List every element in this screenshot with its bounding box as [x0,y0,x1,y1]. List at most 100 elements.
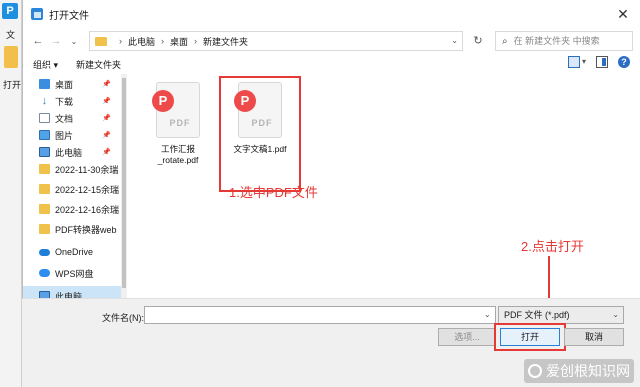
dialog-app-icon [31,8,43,20]
sidebar-item[interactable]: 此电脑 [23,286,121,298]
file-item-text-document[interactable]: P PDF 文字文稿1.pdf [219,76,301,192]
forward-button[interactable]: → [47,35,65,47]
breadcrumb-item-new-folder[interactable]: 新建文件夹 [203,35,248,48]
organize-menu[interactable]: 组织 ▾ [33,58,58,71]
pin-icon: 📌 [102,149,111,156]
new-folder-button[interactable]: 新建文件夹 [76,58,121,71]
breadcrumb-separator: › [194,36,198,46]
watermark: 爱创根知识网 [524,359,634,383]
pdf-badge-icon: P [152,90,174,112]
annotation-step2: 2.点击打开 [521,239,584,254]
navigation-pane: 桌面 📌 ↓ 下载 📌 文档 📌 图片 📌 此电脑 📌 2022-11-30余瑞 2022-12-15余… [23,74,121,298]
back-button[interactable]: ← [29,35,47,47]
recent-locations-dropdown[interactable]: ⌄ [65,37,83,46]
search-box[interactable]: ⌕ [495,31,633,51]
folder-icon [4,46,18,68]
pdf-type-text: PDF [169,118,191,128]
options-button[interactable]: 选项... [438,328,496,346]
background-app-strip: P 文 打开 [0,0,22,387]
breadcrumb-item-this-pc[interactable]: 此电脑 [128,35,155,48]
pdf-type-text: PDF [251,118,273,128]
sidebar-item-label: 图片 [55,130,74,141]
sidebar-item-label: 2022-12-15余瑞 [55,184,120,195]
file-list: P PDF 工作汇报 _rotate.pdf P PDF 文字文稿1.pdf [127,74,640,298]
file-item-work-report[interactable]: P PDF 工作汇报 _rotate.pdf [143,80,213,166]
navigation-row: ← → ⌄ ↑ › 此电脑 › 桌面 › 新建文件夹 ⌄ ↻ ⌕ [23,28,640,54]
refresh-button[interactable]: ↻ [468,32,488,50]
pin-icon: 📌 [102,115,111,122]
background-app-open-label: 打开 [3,80,22,90]
folder-icon [39,164,50,174]
toolbar: 组织 ▾ 新建文件夹 ▾ ? [23,54,640,74]
sidebar-item-label: 此电脑 [55,147,83,158]
pdf-file-icon: P PDF [234,80,286,142]
address-dropdown-icon[interactable]: ⌄ [451,36,458,45]
folder-icon [95,36,107,46]
computer-icon [39,291,50,298]
background-app-text: 文 [6,30,16,40]
filename-input[interactable] [144,306,496,324]
folder-icon [39,224,50,234]
download-icon: ↓ [41,95,48,107]
file-name-line2: _rotate.pdf [157,155,199,165]
sidebar-item[interactable]: 2022-12-16余瑞 [23,199,121,219]
desktop-icon [39,79,50,89]
close-button[interactable]: ✕ [614,5,632,23]
sidebar-item[interactable]: PDF转换器web [23,219,121,239]
sidebar-item-label: 桌面 [55,79,74,90]
wps-cloud-icon [39,269,50,277]
folder-icon [39,184,50,194]
watermark-logo-icon [528,364,542,378]
computer-icon [39,147,50,157]
sidebar-item[interactable]: WPS网盘 [23,263,121,283]
annotation-step1: 1.选中PDF文件 [229,185,318,200]
address-bar[interactable]: › 此电脑 › 桌面 › 新建文件夹 ⌄ [89,31,463,51]
breadcrumb: › 此电脑 › 桌面 › 新建文件夹 [113,35,248,48]
search-input[interactable] [513,36,624,46]
sidebar-item-label: WPS网盘 [55,268,94,279]
pdf-file-icon: P PDF [152,80,204,142]
breadcrumb-separator: › [119,36,122,46]
sidebar-item-label: PDF转换器web [55,224,117,235]
open-button[interactable]: 打开 [500,328,560,346]
chevron-down-icon: ⌄ [612,310,619,319]
watermark-text: 爱创根知识网 [546,363,630,379]
sidebar-item-label: 2022-11-30余瑞 [55,164,119,175]
pin-icon: 📌 [102,98,111,105]
sidebar-item[interactable]: 2022-11-30余瑞 [23,159,121,179]
dialog-title: 打开文件 [49,10,89,22]
pin-icon: 📌 [102,132,111,139]
sidebar-item[interactable]: OneDrive [23,242,121,262]
help-icon[interactable]: ? [618,56,630,68]
bottom-bar: 文件名(N): ⌄ PDF 文件 (*.pdf) ⌄ 选项... 打开 取消 爱… [22,298,640,387]
sidebar-item-label: 文档 [55,113,74,124]
folder-icon [39,204,50,214]
sidebar-item-label: OneDrive [55,247,94,257]
cloud-icon [39,248,50,256]
preview-pane-icon[interactable] [596,56,608,68]
file-name: 工作汇报 _rotate.pdf [143,144,213,166]
title-bar: 打开文件 ✕ [23,0,640,28]
view-mode-icon[interactable] [567,56,580,68]
sidebar-item-label: 下载 [55,96,74,107]
cancel-button[interactable]: 取消 [564,328,624,346]
view-controls: ▾ ? [567,56,630,68]
breadcrumb-separator: › [161,36,165,46]
file-name-line1: 工作汇报 [160,144,195,154]
filename-dropdown-icon[interactable]: ⌄ [484,310,491,319]
sidebar-item-label: 2022-12-16余瑞 [55,204,120,215]
file-type-value: PDF 文件 (*.pdf) [504,310,570,320]
documents-icon [39,113,50,123]
breadcrumb-item-desktop[interactable]: 桌面 [170,35,188,48]
pdf-badge-icon: P [234,90,256,112]
sidebar-item[interactable]: 2022-12-15余瑞 [23,179,121,199]
scrollbar-thumb[interactable] [122,78,126,288]
file-type-select[interactable]: PDF 文件 (*.pdf) ⌄ [498,306,624,324]
filename-label: 文件名(N): [102,313,144,323]
sidebar-item-label: 此电脑 [55,291,83,299]
search-icon: ⌕ [502,35,508,47]
view-dropdown-icon[interactable]: ▾ [582,56,586,68]
pictures-icon [39,130,50,140]
app-logo-icon: P [2,3,18,19]
pin-icon: 📌 [102,81,111,88]
